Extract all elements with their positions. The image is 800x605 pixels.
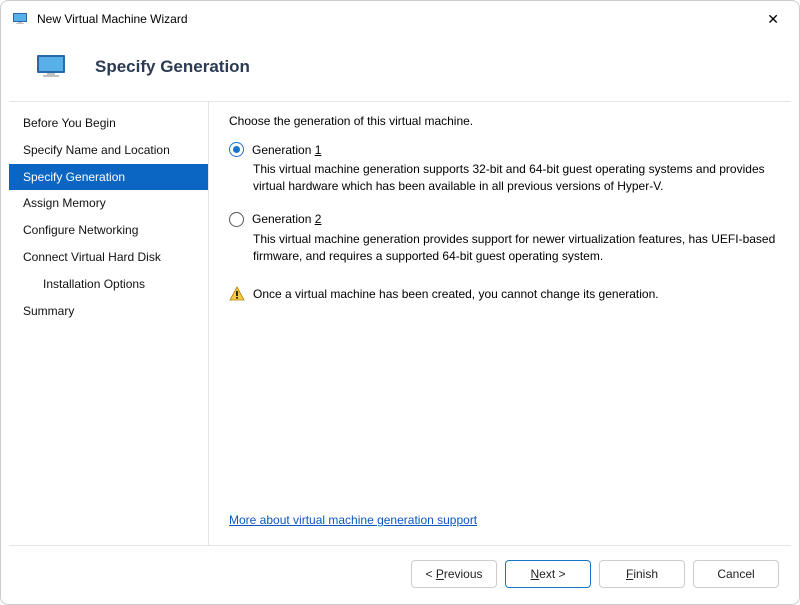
wizard-footer: < Previous Next > Finish Cancel	[1, 546, 799, 604]
warning-text: Once a virtual machine has been created,…	[253, 286, 659, 303]
generation-2-option: Generation 2 This virtual machine genera…	[229, 212, 781, 266]
next-button[interactable]: Next >	[505, 560, 591, 588]
cancel-button[interactable]: Cancel	[693, 560, 779, 588]
sidebar-item-summary[interactable]: Summary	[9, 298, 208, 325]
sidebar-item-specify-generation[interactable]: Specify Generation	[9, 164, 208, 191]
generation-2-radio-row[interactable]: Generation 2	[229, 212, 781, 227]
radio-unchecked-icon[interactable]	[229, 212, 244, 227]
page-header: Specify Generation	[1, 37, 799, 101]
close-button[interactable]: ✕	[759, 7, 787, 32]
sidebar-item-configure-networking[interactable]: Configure Networking	[9, 217, 208, 244]
header-monitor-icon	[37, 55, 69, 79]
app-monitor-icon	[13, 11, 29, 27]
warning-icon	[229, 286, 245, 302]
titlebar: New Virtual Machine Wizard ✕	[1, 1, 799, 37]
warning-row: Once a virtual machine has been created,…	[229, 286, 781, 303]
generation-1-option: Generation 1 This virtual machine genera…	[229, 142, 781, 196]
intro-text: Choose the generation of this virtual ma…	[229, 114, 781, 128]
sidebar-item-assign-memory[interactable]: Assign Memory	[9, 190, 208, 217]
generation-1-description: This virtual machine generation supports…	[253, 161, 781, 196]
generation-2-description: This virtual machine generation provides…	[253, 231, 781, 266]
sidebar-item-installation-options[interactable]: Installation Options	[9, 271, 208, 298]
radio-checked-icon[interactable]	[229, 142, 244, 157]
more-info-link[interactable]: More about virtual machine generation su…	[229, 513, 781, 527]
generation-2-label: Generation 2	[252, 212, 321, 226]
finish-button[interactable]: Finish	[599, 560, 685, 588]
wizard-steps-sidebar: Before You Begin Specify Name and Locati…	[9, 102, 209, 545]
previous-button[interactable]: < Previous	[411, 560, 497, 588]
wizard-body: Before You Begin Specify Name and Locati…	[9, 101, 791, 546]
window-title: New Virtual Machine Wizard	[37, 12, 759, 26]
wizard-content: Choose the generation of this virtual ma…	[209, 102, 791, 545]
generation-1-label: Generation 1	[252, 143, 321, 157]
page-title: Specify Generation	[95, 57, 250, 77]
sidebar-item-connect-virtual-hard-disk[interactable]: Connect Virtual Hard Disk	[9, 244, 208, 271]
sidebar-item-before-you-begin[interactable]: Before You Begin	[9, 110, 208, 137]
generation-1-radio-row[interactable]: Generation 1	[229, 142, 781, 157]
sidebar-item-specify-name-and-location[interactable]: Specify Name and Location	[9, 137, 208, 164]
